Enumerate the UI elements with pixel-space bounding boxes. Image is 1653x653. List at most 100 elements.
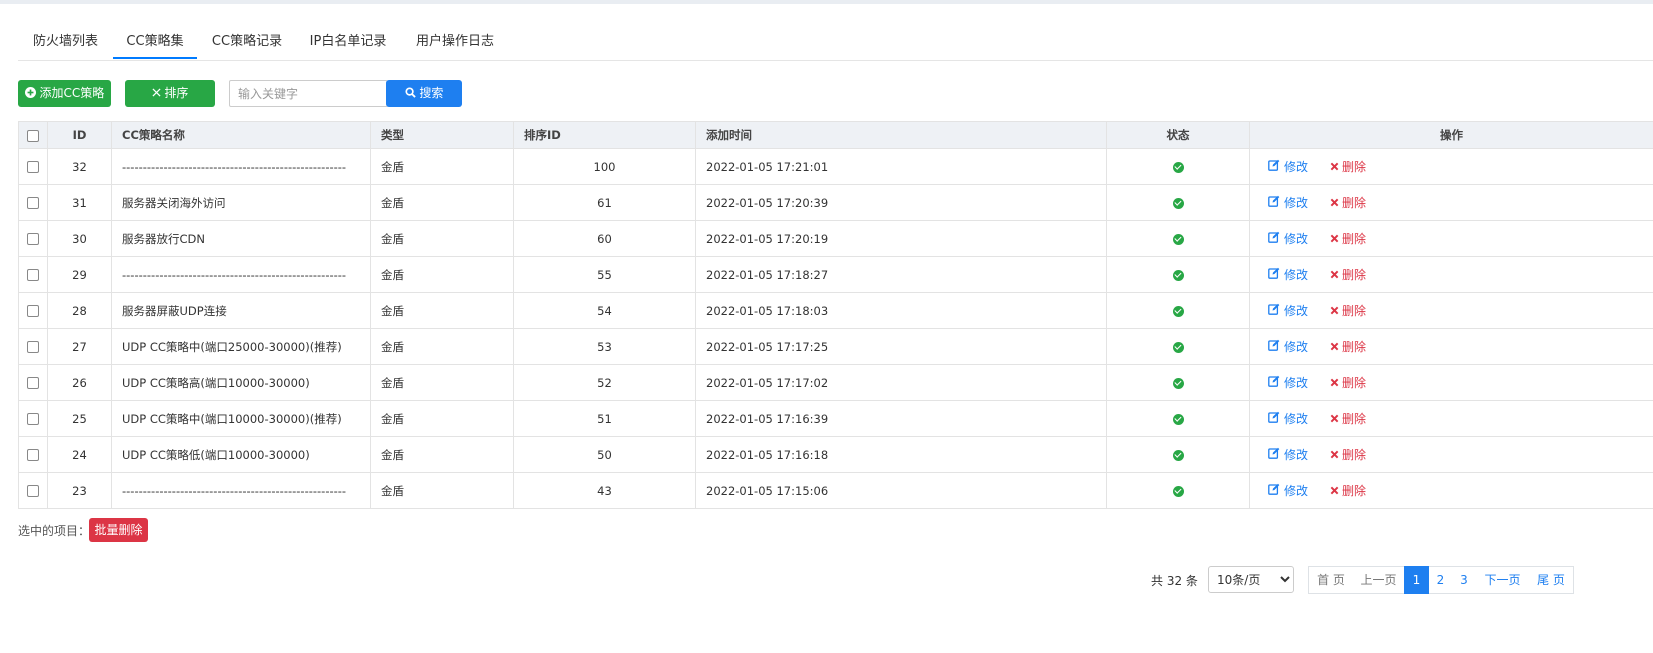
- add-cc-policy-button[interactable]: 添加CC策略: [18, 80, 111, 107]
- edit-label: 修改: [1284, 231, 1309, 246]
- edit-button[interactable]: 修改: [1268, 338, 1308, 355]
- row-checkbox[interactable]: [27, 341, 39, 353]
- row-checkbox[interactable]: [27, 449, 39, 461]
- row-added-time: 2022-01-05 17:15:06: [695, 472, 1107, 509]
- row-checkbox[interactable]: [27, 485, 39, 497]
- page-size-select[interactable]: 10条/页: [1208, 566, 1294, 593]
- row-id: 27: [47, 328, 112, 365]
- delete-button[interactable]: 删除: [1330, 410, 1366, 427]
- tab-user-operation-log[interactable]: 用户操作日志: [414, 28, 496, 59]
- row-status: [1106, 220, 1250, 257]
- edit-button[interactable]: 修改: [1268, 158, 1308, 175]
- check-circle-icon: [1172, 305, 1184, 317]
- edit-icon: [1268, 339, 1284, 354]
- tab-cc-policy-records[interactable]: CC策略记录: [211, 28, 283, 59]
- check-circle-icon: [1172, 341, 1184, 353]
- row-status: [1106, 436, 1250, 473]
- row-id: 28: [47, 292, 112, 329]
- row-id: 31: [47, 184, 112, 221]
- row-checkbox[interactable]: [27, 161, 39, 173]
- row-checkbox[interactable]: [27, 377, 39, 389]
- delete-button[interactable]: 删除: [1330, 230, 1366, 247]
- row-checkbox[interactable]: [27, 413, 39, 425]
- delete-button[interactable]: 删除: [1330, 194, 1366, 211]
- page-button-3[interactable]: 3: [1452, 566, 1477, 594]
- delete-button[interactable]: 删除: [1330, 302, 1366, 319]
- table-row: 28 服务器屏蔽UDP连接 金盾 54 2022-01-05 17:18:03 修改 删除: [18, 292, 1653, 329]
- edit-button[interactable]: 修改: [1268, 374, 1308, 391]
- row-policy-name: ----------------------------------------…: [111, 472, 371, 509]
- column-header-sort-id: 排序ID: [513, 121, 696, 149]
- select-all-checkbox[interactable]: [27, 129, 39, 142]
- delete-button[interactable]: 删除: [1330, 158, 1366, 175]
- row-actions: 修改 删除: [1249, 220, 1653, 257]
- table-row: 31 服务器关闭海外访问 金盾 61 2022-01-05 17:20:39 修改 删除: [18, 184, 1653, 221]
- delete-button[interactable]: 删除: [1330, 374, 1366, 391]
- page-button-2[interactable]: 2: [1429, 566, 1453, 594]
- first-page-button[interactable]: 首 页: [1308, 566, 1354, 594]
- edit-button[interactable]: 修改: [1268, 302, 1308, 319]
- next-page-button[interactable]: 下一页: [1476, 566, 1530, 594]
- search-button[interactable]: 搜索: [386, 80, 462, 107]
- table-body: 32 --------------------------------------…: [18, 148, 1653, 509]
- row-actions: 修改 删除: [1249, 292, 1653, 329]
- row-type: 金盾: [370, 436, 514, 473]
- row-added-time: 2022-01-05 17:18:27: [695, 256, 1107, 293]
- table-row: 26 UDP CC策略高(端口10000-30000) 金盾 52 2022-01-05…: [18, 364, 1653, 401]
- check-circle-icon: [1172, 161, 1184, 173]
- edit-button[interactable]: 修改: [1268, 482, 1308, 499]
- batch-delete-button[interactable]: 批量删除: [89, 518, 148, 542]
- tab-ip-whitelist-records[interactable]: IP白名单记录: [308, 28, 388, 59]
- delete-button[interactable]: 删除: [1330, 338, 1366, 355]
- last-page-button[interactable]: 尾 页: [1529, 566, 1574, 594]
- row-id: 23: [47, 472, 112, 509]
- edit-button[interactable]: 修改: [1268, 410, 1308, 427]
- delete-button[interactable]: 删除: [1330, 482, 1366, 499]
- row-type: 金盾: [370, 220, 514, 257]
- search-icon: [405, 80, 416, 107]
- delete-button[interactable]: 删除: [1330, 446, 1366, 463]
- close-icon: [1330, 448, 1342, 462]
- edit-button[interactable]: 修改: [1268, 194, 1308, 211]
- row-checkbox[interactable]: [27, 197, 39, 209]
- row-type: 金盾: [370, 472, 514, 509]
- edit-label: 修改: [1284, 411, 1309, 426]
- row-added-time: 2022-01-05 17:16:18: [695, 436, 1107, 473]
- row-added-time: 2022-01-05 17:21:01: [695, 148, 1107, 185]
- row-id: 30: [47, 220, 112, 257]
- sort-button[interactable]: 排序: [125, 80, 215, 107]
- row-id: 24: [47, 436, 112, 473]
- edit-button[interactable]: 修改: [1268, 266, 1308, 283]
- row-policy-name: 服务器放行CDN: [111, 220, 371, 257]
- prev-page-button[interactable]: 上一页: [1353, 566, 1405, 594]
- row-select-cell: [18, 400, 48, 437]
- close-icon: [1330, 304, 1342, 318]
- page-button-1[interactable]: 1: [1404, 566, 1430, 594]
- tab-firewall-list[interactable]: 防火墙列表: [32, 28, 99, 59]
- search-input[interactable]: [229, 80, 388, 107]
- column-header-id: ID: [47, 121, 112, 149]
- edit-label: 修改: [1284, 483, 1309, 498]
- row-checkbox[interactable]: [27, 233, 39, 245]
- table-row: 23 --------------------------------------…: [18, 472, 1653, 509]
- row-select-cell: [18, 364, 48, 401]
- delete-label: 删除: [1342, 268, 1367, 283]
- top-bar: [0, 0, 1653, 4]
- tab-cc-policy-set[interactable]: CC策略集: [113, 28, 197, 59]
- row-checkbox[interactable]: [27, 269, 39, 281]
- delete-label: 删除: [1342, 160, 1367, 175]
- row-status: [1106, 292, 1250, 329]
- row-actions: 修改 删除: [1249, 364, 1653, 401]
- edit-button[interactable]: 修改: [1268, 230, 1308, 247]
- column-header-name: CC策略名称: [111, 121, 371, 149]
- edit-button[interactable]: 修改: [1268, 446, 1308, 463]
- row-checkbox[interactable]: [27, 305, 39, 317]
- row-sort-id: 55: [513, 256, 696, 293]
- delete-button[interactable]: 删除: [1330, 266, 1366, 283]
- tab-bar: 防火墙列表 CC策略集 CC策略记录 IP白名单记录 用户操作日志: [18, 28, 1653, 61]
- search-label: 搜索: [419, 86, 444, 100]
- row-select-cell: [18, 148, 48, 185]
- row-actions: 修改 删除: [1249, 472, 1653, 509]
- row-id: 32: [47, 148, 112, 185]
- sort-label: 排序: [164, 86, 189, 100]
